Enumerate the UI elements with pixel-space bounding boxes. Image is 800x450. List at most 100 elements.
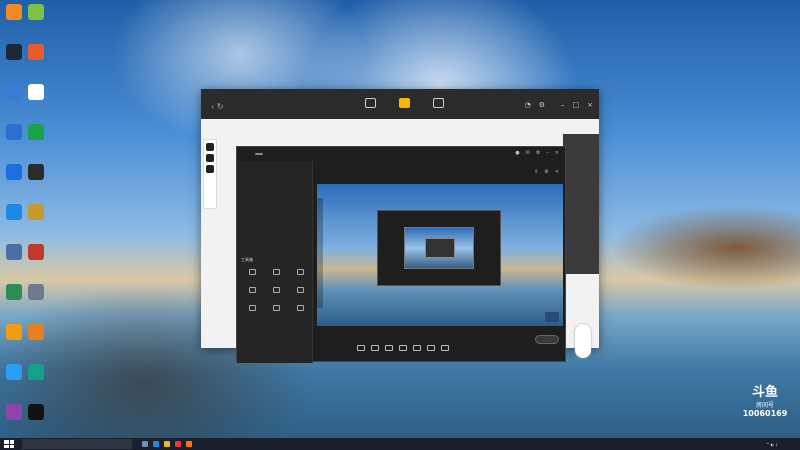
close-button[interactable]: × [555,150,559,156]
control-button[interactable] [399,345,407,353]
app-icon [6,164,22,180]
desktop-icon[interactable] [2,44,26,75]
taskbar-search[interactable] [22,439,132,449]
cloud-icon [6,84,22,100]
stream-preview[interactable] [317,184,563,326]
control-icon [357,345,365,351]
toolbox-item[interactable] [289,269,311,277]
app-tag [255,153,263,155]
minimize-button[interactable]: – [546,150,549,156]
desktop-icon[interactable] [24,244,48,275]
desktop-icon[interactable] [24,44,48,75]
desktop-icon[interactable] [2,284,26,315]
streaming-app: ● ✉ ⚙ – × 工具箱 ⇪ ⚙ ≺ [236,146,566,363]
desktop-icon[interactable] [2,324,26,355]
toolbox-item[interactable] [265,305,287,313]
control-button[interactable] [371,345,379,353]
toolbar-video-button[interactable] [429,98,447,116]
toolbar-home-button[interactable] [361,98,379,116]
edge-icon[interactable] [153,441,159,447]
close-button[interactable]: × [587,101,593,109]
toolbox-item[interactable] [241,269,263,277]
stream-controls [317,331,563,353]
app-icon [6,364,22,380]
desktop-icon[interactable] [2,204,26,235]
floating-side-bar[interactable] [575,324,591,358]
rail-app-icon[interactable] [206,154,214,162]
desktop-icon[interactable] [24,204,48,235]
scene-item[interactable] [237,169,312,173]
control-button[interactable] [441,345,449,353]
doc-icon [28,84,44,100]
mail-icon[interactable]: ✉ [526,150,530,156]
taskbar: ^ ◐ ♪ [0,438,800,450]
start-button[interactable] [4,440,14,448]
chat-icon [28,4,44,20]
right-panel [563,134,599,274]
room-label: 房间号 [755,402,774,409]
edge-icon [6,204,22,220]
desktop-icon[interactable] [24,124,48,155]
desktop-icon[interactable] [2,4,26,35]
desktop-icon[interactable] [2,364,26,395]
tool-icon [296,287,304,293]
desktop-icon[interactable] [24,404,48,435]
app-icon [6,284,22,300]
go-live-button[interactable] [535,335,559,344]
settings-icon[interactable]: ⚙ [539,101,545,109]
avatar[interactable]: ● [515,150,519,156]
control-button[interactable] [357,345,365,353]
share-icon[interactable]: ≺ [555,169,559,175]
tool-icon [272,269,280,275]
tray-icons[interactable]: ^ ◐ ♪ [766,442,778,447]
message-icon[interactable]: ◔ [525,101,531,109]
settings-icon[interactable]: ⚙ [536,150,540,156]
desktop-icon-column-2 [24,4,48,444]
desktop-icon[interactable] [2,124,26,155]
folder-icon [6,4,22,20]
nested-preview-inner [404,227,474,269]
control-icon [441,345,449,351]
toolbox-item[interactable] [289,287,311,295]
preview-sidebar [317,198,323,308]
toolbox-item[interactable] [289,305,311,313]
desktop-icon[interactable] [2,404,26,435]
control-icon [427,345,435,351]
app-icon[interactable] [186,441,192,447]
app-icon[interactable] [175,441,181,447]
maximize-button[interactable]: □ [573,101,580,109]
nav-back-forward[interactable]: ‹ ↻ [211,102,223,111]
minimize-button[interactable]: – [561,101,565,109]
folder-icon[interactable] [164,441,170,447]
desktop-icon[interactable] [2,84,26,115]
desktop-icon[interactable] [24,284,48,315]
rail-app-icon[interactable] [206,143,214,151]
left-rail [203,139,217,209]
desktop-icon[interactable] [2,164,26,195]
desktop-icon[interactable] [24,324,48,355]
window-toolbar: ‹ ↻ ◔ ⚙ – □ × [201,95,599,119]
toolbox-item[interactable] [265,287,287,295]
share-icon[interactable]: ⇪ [534,169,538,175]
toolbox-item[interactable] [241,287,263,295]
system-tray: ^ ◐ ♪ [766,442,794,447]
tool-icon [248,269,256,275]
rail-app-icon[interactable] [206,165,214,173]
toolbar-live-button[interactable] [395,98,413,116]
app-icon [28,244,44,260]
toolbox-item[interactable] [241,305,263,313]
task-view-icon[interactable] [142,441,148,447]
desktop-icon[interactable] [24,164,48,195]
control-icon [385,345,393,351]
desktop-icon[interactable] [24,364,48,395]
control-button[interactable] [385,345,393,353]
desktop-icon[interactable] [2,244,26,275]
desktop-icon[interactable] [24,84,48,115]
desktop-icon[interactable] [24,4,48,35]
control-button[interactable] [413,345,421,353]
tool-icon [272,287,280,293]
toolbox-item[interactable] [265,269,287,277]
tool-icon [248,287,256,293]
control-button[interactable] [427,345,435,353]
settings-icon[interactable]: ⚙ [544,169,548,175]
